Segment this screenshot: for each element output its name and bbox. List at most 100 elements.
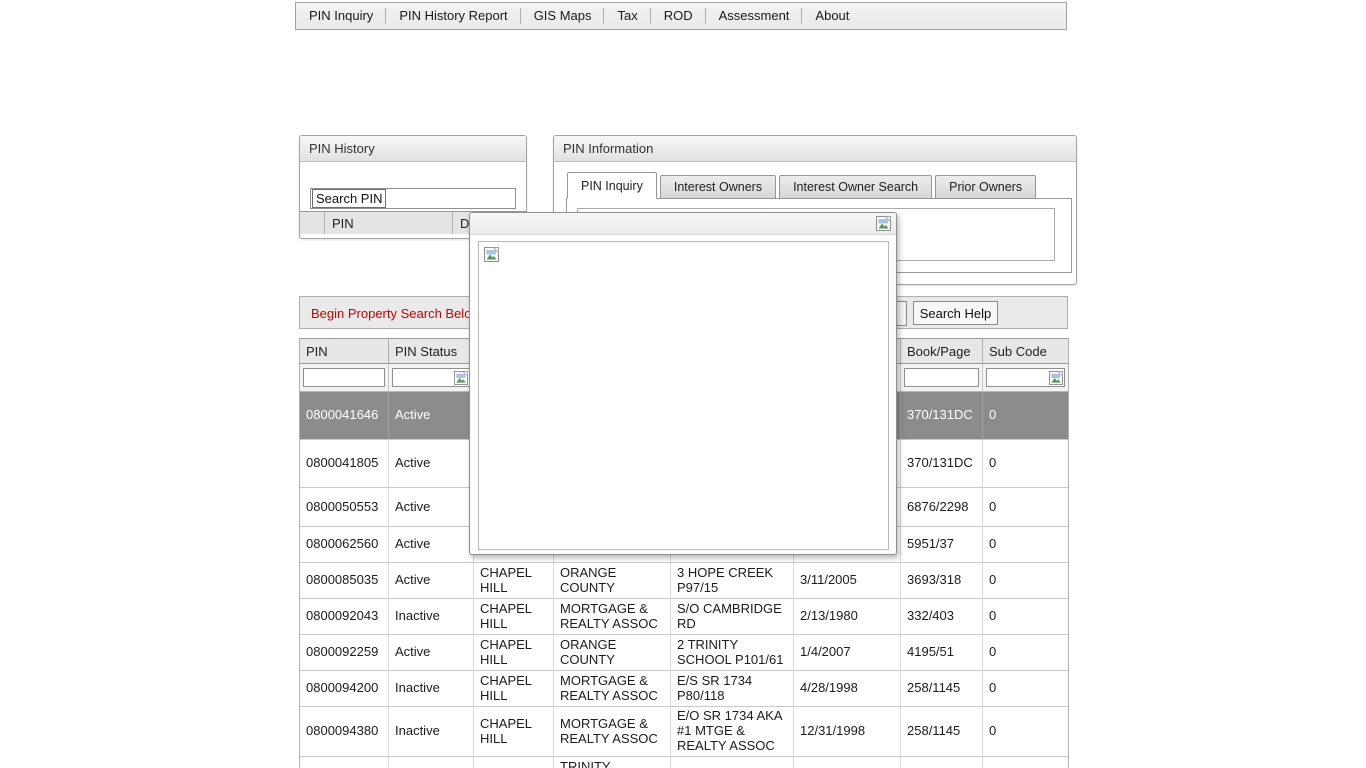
search-pin-input[interactable]: Search PIN: [310, 188, 516, 209]
table-cell[interactable]: [671, 757, 794, 768]
table-cell[interactable]: 1/4/2007: [794, 635, 901, 670]
table-cell[interactable]: [983, 757, 1068, 768]
pin-information-title: PIN Information: [563, 141, 653, 156]
table-cell[interactable]: Active: [389, 527, 474, 562]
table-cell[interactable]: 0800092259: [300, 635, 389, 670]
table-cell[interactable]: 4195/51: [901, 635, 983, 670]
table-cell[interactable]: 370/131DC: [901, 440, 983, 487]
table-cell[interactable]: 0800041805: [300, 440, 389, 487]
table-cell[interactable]: 0800050553: [300, 488, 389, 526]
table-cell[interactable]: 0: [983, 488, 1068, 526]
page: PIN InquiryPIN History ReportGIS MapsTax…: [0, 0, 1366, 768]
column-header-pin[interactable]: PIN: [300, 339, 389, 363]
tab-pin-inquiry[interactable]: PIN Inquiry: [567, 172, 657, 199]
table-cell[interactable]: 0800092043: [300, 599, 389, 634]
column-header-pin-status[interactable]: PIN Status: [389, 339, 474, 363]
nav-item-about[interactable]: About: [802, 3, 862, 29]
table-cell[interactable]: TRINITY SCHOOL: [554, 757, 671, 768]
table-cell[interactable]: Active: [389, 440, 474, 487]
table-cell[interactable]: 0800094200: [300, 671, 389, 706]
broken-image-icon: [876, 216, 891, 231]
nav-item-tax[interactable]: Tax: [604, 3, 650, 29]
table-cell[interactable]: CHAPEL HILL: [474, 635, 554, 670]
filter-input-pin-status[interactable]: [392, 368, 470, 387]
table-cell[interactable]: Active: [389, 563, 474, 598]
table-cell[interactable]: [474, 757, 554, 768]
nav-item-gis-maps[interactable]: GIS Maps: [521, 3, 605, 29]
nav-item-assessment[interactable]: Assessment: [706, 3, 803, 29]
tab-interest-owner-search[interactable]: Interest Owner Search: [779, 175, 932, 199]
filter-input-pin[interactable]: [303, 368, 385, 387]
table-cell[interactable]: 3/11/2005: [794, 563, 901, 598]
table-cell[interactable]: [901, 757, 983, 768]
table-cell[interactable]: 2/13/1980: [794, 599, 901, 634]
table-cell[interactable]: CHAPEL HILL: [474, 563, 554, 598]
table-cell[interactable]: 0: [983, 599, 1068, 634]
nav-item-pin-history-report[interactable]: PIN History Report: [386, 3, 520, 29]
filter-input-book-page[interactable]: [904, 368, 979, 387]
table-row[interactable]: 0800092259ActiveCHAPEL HILLORANGE COUNTY…: [300, 635, 1068, 671]
filter-input-sub-code[interactable]: [986, 368, 1065, 387]
table-cell[interactable]: MORTGAGE & REALTY ASSOC: [554, 599, 671, 634]
table-row[interactable]: TRINITY SCHOOL: [300, 757, 1068, 768]
table-cell[interactable]: 2 TRINITY SCHOOL P101/61: [671, 635, 794, 670]
table-cell[interactable]: 0: [983, 563, 1068, 598]
table-cell[interactable]: 12/31/1998: [794, 707, 901, 756]
table-cell[interactable]: E/O SR 1734 AKA #1 MTGE & REALTY ASSOC: [671, 707, 794, 756]
column-header-book-page[interactable]: Book/Page: [901, 339, 983, 363]
table-cell[interactable]: ORANGE COUNTY: [554, 563, 671, 598]
table-cell[interactable]: MORTGAGE & REALTY ASSOC: [554, 671, 671, 706]
table-cell[interactable]: 258/1145: [901, 671, 983, 706]
nav-item-pin-inquiry[interactable]: PIN Inquiry: [296, 3, 386, 29]
pin-information-panel-header: PIN Information: [554, 136, 1076, 162]
table-cell[interactable]: 0: [983, 671, 1068, 706]
table-cell[interactable]: 5951/37: [901, 527, 983, 562]
table-row[interactable]: 0800085035ActiveCHAPEL HILLORANGE COUNTY…: [300, 563, 1068, 599]
table-cell[interactable]: MORTGAGE & REALTY ASSOC: [554, 707, 671, 756]
table-cell[interactable]: [389, 757, 474, 768]
column-header-sub-code[interactable]: Sub Code: [983, 339, 1068, 363]
table-cell[interactable]: 0: [983, 440, 1068, 487]
table-cell[interactable]: 0: [983, 527, 1068, 562]
table-cell[interactable]: 4/28/1998: [794, 671, 901, 706]
pin-history-column-header-pin[interactable]: PIN: [325, 212, 453, 234]
table-cell[interactable]: CHAPEL HILL: [474, 707, 554, 756]
table-cell[interactable]: 332/403: [901, 599, 983, 634]
table-cell[interactable]: 0: [983, 707, 1068, 756]
table-cell[interactable]: 0800085035: [300, 563, 389, 598]
table-cell[interactable]: CHAPEL HILL: [474, 671, 554, 706]
table-cell[interactable]: S/O CAMBRIDGE RD: [671, 599, 794, 634]
table-cell[interactable]: CHAPEL HILL: [474, 599, 554, 634]
table-cell[interactable]: 0: [983, 392, 1068, 439]
tab-prior-owners[interactable]: Prior Owners: [935, 175, 1036, 199]
table-cell[interactable]: 0800094380: [300, 707, 389, 756]
table-row[interactable]: 0800092043InactiveCHAPEL HILLMORTGAGE & …: [300, 599, 1068, 635]
table-cell[interactable]: Active: [389, 635, 474, 670]
pin-history-title: PIN History: [309, 141, 375, 156]
table-cell[interactable]: 3693/318: [901, 563, 983, 598]
table-cell[interactable]: 0800041646: [300, 392, 389, 439]
table-row[interactable]: 0800094380InactiveCHAPEL HILLMORTGAGE & …: [300, 707, 1068, 757]
table-cell[interactable]: Inactive: [389, 599, 474, 634]
table-cell[interactable]: 258/1145: [901, 707, 983, 756]
search-help-button[interactable]: Search Help: [913, 301, 998, 325]
table-cell[interactable]: 370/131DC: [901, 392, 983, 439]
table-cell[interactable]: Active: [389, 392, 474, 439]
table-cell[interactable]: [300, 757, 389, 768]
table-cell[interactable]: Inactive: [389, 671, 474, 706]
table-cell[interactable]: [794, 757, 901, 768]
popup-dialog-content: [478, 241, 889, 550]
table-cell[interactable]: Inactive: [389, 707, 474, 756]
table-cell[interactable]: 0: [983, 635, 1068, 670]
table-cell[interactable]: 0800062560: [300, 527, 389, 562]
tab-interest-owners[interactable]: Interest Owners: [660, 175, 776, 199]
table-cell[interactable]: ORANGE COUNTY: [554, 635, 671, 670]
table-cell[interactable]: 6876/2298: [901, 488, 983, 526]
table-row[interactable]: 0800094200InactiveCHAPEL HILLMORTGAGE & …: [300, 671, 1068, 707]
table-cell[interactable]: E/S SR 1734 P80/118: [671, 671, 794, 706]
nav-item-rod[interactable]: ROD: [651, 3, 706, 29]
table-cell[interactable]: Active: [389, 488, 474, 526]
table-cell[interactable]: 3 HOPE CREEK P97/15: [671, 563, 794, 598]
popup-dialog-titlebar[interactable]: [470, 213, 896, 235]
pin-history-column-header-blank[interactable]: [300, 212, 325, 234]
